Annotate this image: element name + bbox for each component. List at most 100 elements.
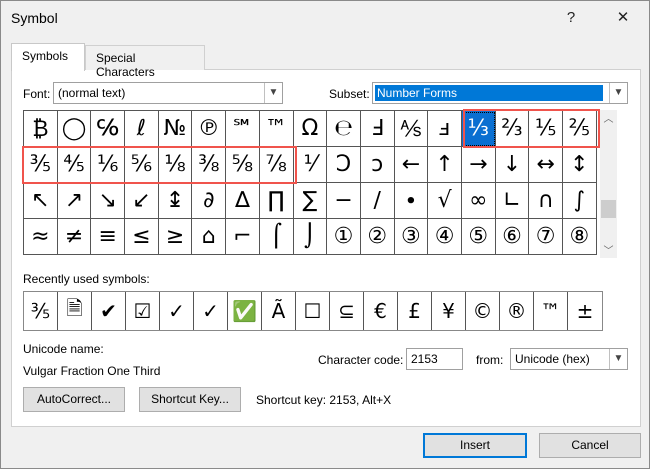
symbol-cell[interactable]: ≤ — [125, 219, 159, 255]
symbol-cell[interactable]: ◯ — [57, 111, 92, 147]
symbol-cell[interactable]: Ↄ — [327, 147, 361, 183]
symbol-cell[interactable]: ③ — [394, 219, 429, 255]
recent-symbol-cell[interactable]: ✓ — [160, 292, 194, 330]
symbol-cell[interactable]: ⅜ — [192, 147, 227, 183]
symbol-cell[interactable]: ↓ — [495, 147, 530, 183]
symbol-cell[interactable]: → — [461, 147, 496, 183]
symbol-cell[interactable]: ⅛ — [158, 147, 193, 183]
symbol-cell[interactable]: ⅟ — [293, 147, 328, 183]
symbol-cell[interactable]: ⌐ — [226, 219, 260, 255]
symbol-cell[interactable]: № — [158, 111, 193, 147]
symbol-cell[interactable]: ⅍ — [394, 111, 429, 147]
symbol-cell[interactable]: Ω — [293, 111, 328, 147]
recent-symbol-cell[interactable]: ™ — [534, 292, 568, 330]
recent-symbol-cell[interactable]: ± — [568, 292, 602, 330]
symbol-cell[interactable]: ⅘ — [57, 147, 92, 183]
char-code-input[interactable]: 2153 — [406, 348, 463, 370]
symbol-cell[interactable]: ∞ — [461, 183, 496, 219]
tab-symbols[interactable]: Symbols — [11, 43, 85, 71]
symbol-cell[interactable]: ⅞ — [259, 147, 294, 183]
symbol-cell[interactable]: ™ — [259, 111, 294, 147]
symbol-cell[interactable]: ≡ — [91, 219, 126, 255]
tab-special-characters[interactable]: Special Characters — [85, 45, 205, 79]
recent-symbol-cell[interactable]: £ — [398, 292, 432, 330]
symbol-cell[interactable]: ∑ — [293, 183, 328, 219]
symbol-cell[interactable]: ④ — [428, 219, 462, 255]
recent-symbol-cell[interactable]: ⊆ — [330, 292, 364, 330]
symbol-cell[interactable]: ∩ — [529, 183, 563, 219]
symbol-cell[interactable]: ② — [360, 219, 395, 255]
symbol-cell[interactable]: ↄ — [360, 147, 395, 183]
symbol-cell[interactable]: ⅔ — [495, 111, 530, 147]
recent-symbol-cell[interactable]: ✔ — [92, 292, 126, 330]
recent-symbol-cell[interactable]: 🗎 — [58, 292, 92, 330]
shortcut-key-button[interactable]: Shortcut Key... — [139, 387, 241, 412]
recent-symbol-cell[interactable]: ¥ — [432, 292, 466, 330]
symbol-cell[interactable]: ≈ — [24, 219, 58, 255]
scroll-thumb[interactable] — [601, 200, 616, 218]
symbol-cell[interactable]: ∆ — [226, 183, 260, 219]
symbol-cell[interactable]: ⅚ — [125, 147, 159, 183]
symbol-cell[interactable]: ↖ — [24, 183, 58, 219]
symbol-cell[interactable]: ≠ — [57, 219, 92, 255]
recent-symbol-cell[interactable]: ⅗ — [24, 292, 58, 330]
symbol-cell[interactable]: − — [327, 183, 361, 219]
symbol-cell[interactable]: ⑥ — [495, 219, 530, 255]
autocorrect-button[interactable]: AutoCorrect... — [23, 387, 125, 412]
symbol-cell[interactable]: ↨ — [158, 183, 193, 219]
symbol-cell[interactable]: ∟ — [495, 183, 530, 219]
recent-symbol-cell[interactable]: ® — [500, 292, 534, 330]
cancel-button[interactable]: Cancel — [539, 433, 641, 458]
symbol-cell[interactable]: ⅓ — [461, 111, 496, 147]
recent-symbol-cell[interactable]: ☑ — [126, 292, 160, 330]
symbol-cell[interactable]: ℗ — [192, 111, 227, 147]
recent-symbol-cell[interactable]: ✅ — [228, 292, 262, 330]
font-select[interactable]: (normal text) ▼ — [53, 82, 283, 104]
help-button[interactable]: ? — [556, 5, 586, 31]
symbol-cell[interactable]: ← — [394, 147, 429, 183]
from-select[interactable]: Unicode (hex) ▼ — [510, 348, 628, 370]
symbol-cell[interactable]: ⅝ — [226, 147, 260, 183]
symbol-cell[interactable]: ⅖ — [563, 111, 597, 147]
symbol-cell[interactable]: ⅎ — [428, 111, 462, 147]
symbol-cell[interactable]: ⅗ — [24, 147, 58, 183]
close-button[interactable]: ✕ — [608, 5, 638, 31]
recent-symbol-cell[interactable]: Ã — [262, 292, 296, 330]
symbol-cell[interactable]: ↔ — [529, 147, 563, 183]
recent-symbol-cell[interactable]: ✓ — [194, 292, 228, 330]
symbol-cell[interactable]: ⑤ — [461, 219, 496, 255]
symbol-cell[interactable]: ∙ — [394, 183, 429, 219]
symbol-cell[interactable]: ⌡ — [293, 219, 328, 255]
symbol-cell[interactable]: ℮ — [327, 111, 361, 147]
symbol-cell[interactable]: ⅕ — [529, 111, 563, 147]
symbol-cell[interactable]: ↙ — [125, 183, 159, 219]
recent-symbol-cell[interactable]: © — [466, 292, 500, 330]
symbol-cell[interactable]: ⑦ — [529, 219, 563, 255]
symbol-cell[interactable]: ≥ — [158, 219, 193, 255]
symbol-cell[interactable]: ∂ — [192, 183, 227, 219]
grid-scrollbar[interactable]: ︿ ﹀ — [600, 110, 617, 258]
symbol-cell[interactable]: ↘ — [91, 183, 126, 219]
symbol-cell[interactable]: ↕ — [563, 147, 597, 183]
symbol-cell[interactable]: ℓ — [125, 111, 159, 147]
symbol-cell[interactable]: ℠ — [226, 111, 260, 147]
subset-select[interactable]: Number Forms ▼ — [372, 82, 628, 104]
scroll-down-icon[interactable]: ﹀ — [600, 242, 617, 257]
symbol-cell[interactable]: ℅ — [91, 111, 126, 147]
symbol-cell[interactable]: Ⅎ — [360, 111, 395, 147]
symbol-cell[interactable]: ⅙ — [91, 147, 126, 183]
recent-symbol-cell[interactable]: € — [364, 292, 398, 330]
scroll-up-icon[interactable]: ︿ — [600, 110, 617, 125]
symbol-cell[interactable]: √ — [428, 183, 462, 219]
symbol-cell[interactable]: ↑ — [428, 147, 462, 183]
symbol-cell[interactable]: ⑧ — [563, 219, 597, 255]
symbol-cell[interactable]: ∕ — [360, 183, 395, 219]
recent-symbol-cell[interactable]: ☐ — [296, 292, 330, 330]
symbol-cell[interactable]: ① — [327, 219, 361, 255]
symbol-cell[interactable]: ⌂ — [192, 219, 227, 255]
symbol-cell[interactable]: ↗ — [57, 183, 92, 219]
symbol-cell[interactable]: ∏ — [259, 183, 294, 219]
symbol-cell[interactable]: ⌠ — [259, 219, 294, 255]
symbol-cell[interactable]: ∫ — [563, 183, 597, 219]
symbol-cell[interactable]: ₿ — [24, 111, 58, 147]
